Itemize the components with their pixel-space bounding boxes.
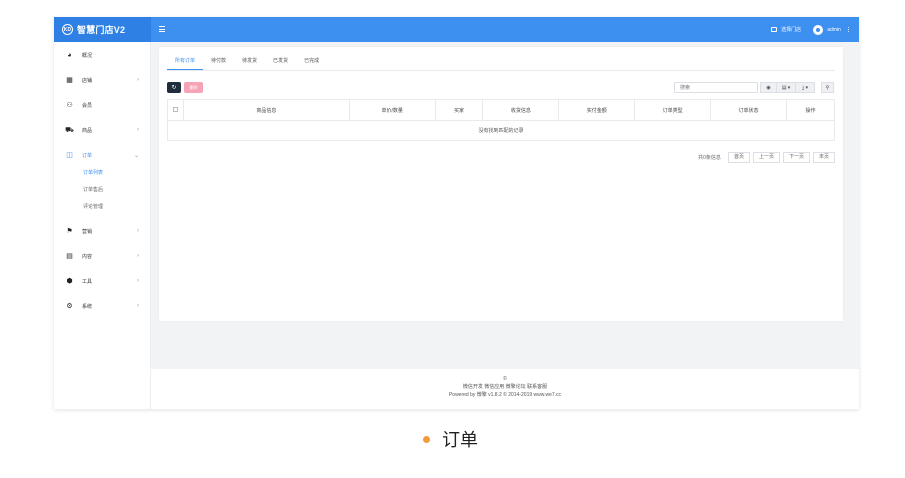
tab-completed[interactable]: 已完成 <box>296 56 327 70</box>
next-page-button[interactable]: 下一页 <box>782 152 810 163</box>
sidebar-item-label: 营销 <box>82 228 93 235</box>
sidebar-item-overview[interactable]: ◕ 概况 <box>54 48 151 62</box>
file-icon: ▤ <box>66 252 73 260</box>
flag-icon: ⚑ <box>66 227 73 235</box>
column-header[interactable]: 商品信息 <box>182 99 350 121</box>
sidebar-item-label: 商品 <box>82 127 93 134</box>
sidebar-item-label: 会员 <box>82 102 93 109</box>
brand[interactable]: KD 智慧门店V2 <box>54 17 151 42</box>
caption-text: 订单 <box>442 430 478 450</box>
column-header[interactable]: 操作 <box>785 99 836 121</box>
columns-icon[interactable]: ▤ ▾ <box>776 82 796 93</box>
more-vertical-icon[interactable] <box>847 26 849 33</box>
dashboard-icon: ◕ <box>67 51 72 59</box>
sidebar-subitem-order-list[interactable]: 订单列表 <box>83 169 103 176</box>
footer-powered-by: Powered by 微擎 v1.8.2 © 2014-2019 www.we7… <box>448 392 562 398</box>
order-list-card: 所有订单 待付款 待发货 已发货 已完成 ↻ 删除 ◉ ▤ ▾ ⤓ ▾ ⚲ 商品… <box>159 47 843 321</box>
sidebar-item-label: 订单 <box>82 152 93 159</box>
tab-all-orders[interactable]: 所有订单 <box>167 56 204 70</box>
sidebar-item-content[interactable]: ▤ 内容 › <box>54 249 151 263</box>
sidebar-item-label: 工具 <box>82 278 93 285</box>
orders-table: 商品信息 单价/数量 买家 收货信息 实付金额 订单类型 订单状态 操作 没有找… <box>167 99 836 141</box>
last-page-button[interactable]: 末页 <box>812 152 835 163</box>
cart-icon: ⛟ <box>65 126 74 134</box>
search-icon[interactable]: ⚲ <box>821 82 834 93</box>
store-icon <box>771 27 778 32</box>
select-store-link[interactable]: 选择门店 <box>781 26 801 33</box>
select-all-checkbox-cell <box>167 99 184 121</box>
total-count: 共0条信息 <box>698 155 721 161</box>
tab-shipped[interactable]: 已发货 <box>265 56 296 70</box>
refresh-button[interactable]: ↻ <box>167 82 181 93</box>
chevron-right-icon: › <box>137 228 139 234</box>
user-name[interactable]: admin <box>827 27 841 33</box>
sidebar-item-store[interactable]: ▦ 店铺 › <box>54 73 151 87</box>
caption: 订单 <box>423 426 478 452</box>
order-icon: ◫ <box>66 151 73 159</box>
sidebar-item-label: 店铺 <box>82 77 93 84</box>
sidebar: ◕ 概况 ▦ 店铺 › ⚇ 会员 ⛟ 商品 › ◫ 订单 ⌄ 订单列表 订单售后… <box>54 42 151 409</box>
export-icon[interactable]: ⤓ ▾ <box>795 82 815 93</box>
sidebar-item-system[interactable]: ⚙ 系统 › <box>54 299 151 313</box>
footer-links[interactable]: 微信开发 微信应用 微擎论坛 联系客服 <box>151 383 859 391</box>
delete-button[interactable]: 删除 <box>184 82 203 93</box>
sidebar-item-tools[interactable]: ⬢ 工具 › <box>54 274 151 288</box>
pagination: 共0条信息 首页 上一页 下一页 末页 <box>698 152 835 163</box>
app-title: 智慧门店V2 <box>77 25 126 35</box>
sidebar-item-marketing[interactable]: ⚑ 营销 › <box>54 224 151 238</box>
table-tools: ◉ ▤ ▾ ⤓ ▾ <box>760 82 815 93</box>
column-header[interactable]: 收货信息 <box>482 99 560 121</box>
app-window: KD 智慧门店V2 选择门店 admin ◕ 概况 ▦ 店铺 › ⚇ 会员 ⛟ … <box>54 17 859 409</box>
chevron-right-icon: › <box>137 127 139 133</box>
footer-copyright-mark: © <box>503 376 507 382</box>
sidebar-item-label: 概况 <box>82 52 93 59</box>
sidebar-subitem-reviews[interactable]: 评论管理 <box>83 203 103 210</box>
gear-icon: ⚙ <box>66 302 73 310</box>
tab-pending-payment[interactable]: 待付款 <box>203 56 234 70</box>
sidebar-item-products[interactable]: ⛟ 商品 › <box>54 123 151 137</box>
sidebar-item-label: 内容 <box>82 253 93 260</box>
select-all-checkbox[interactable] <box>172 106 178 112</box>
column-header[interactable]: 买家 <box>434 99 484 121</box>
empty-message: 没有找到匹配的记录 <box>167 120 835 141</box>
chevron-right-icon: › <box>137 253 139 259</box>
prev-page-button[interactable]: 上一页 <box>752 152 780 163</box>
sidebar-subitem-after-sales[interactable]: 订单售后 <box>83 186 103 193</box>
grid-icon: ▦ <box>66 76 73 84</box>
sidebar-item-orders[interactable]: ◫ 订单 ⌄ <box>54 148 151 162</box>
eye-icon[interactable]: ◉ <box>760 82 777 93</box>
column-header[interactable]: 订单状态 <box>710 99 787 121</box>
column-header[interactable]: 订单类型 <box>634 99 712 121</box>
sidebar-item-label: 系统 <box>82 303 93 310</box>
search-input[interactable] <box>674 82 758 93</box>
first-page-button[interactable]: 首页 <box>727 152 750 163</box>
users-icon: ⚇ <box>66 101 73 109</box>
table-header-row: 商品信息 单价/数量 买家 收货信息 实付金额 订单类型 订单状态 操作 <box>167 99 836 121</box>
chevron-right-icon: › <box>137 303 139 309</box>
column-header[interactable]: 单价/数量 <box>348 99 436 121</box>
bullet-dot-icon <box>423 435 430 443</box>
chevron-down-icon: ⌄ <box>133 152 139 159</box>
chevron-right-icon: › <box>137 278 139 284</box>
top-bar: KD 智慧门店V2 选择门店 admin <box>54 17 859 42</box>
sidebar-item-members[interactable]: ⚇ 会员 <box>54 98 151 112</box>
avatar[interactable] <box>813 24 824 35</box>
order-status-tabs: 所有订单 待付款 待发货 已发货 已完成 <box>167 56 327 70</box>
tab-pending-shipment[interactable]: 待发货 <box>234 56 265 70</box>
chevron-right-icon: › <box>137 77 139 83</box>
footer: © 微信开发 微信应用 微擎论坛 联系客服 Powered by 微擎 v1.8… <box>151 369 859 409</box>
column-header[interactable]: 实付金额 <box>558 99 636 121</box>
table-row: 没有找到匹配的记录 <box>167 120 835 141</box>
tabs-divider <box>167 70 835 71</box>
menu-toggle-icon[interactable] <box>159 26 165 32</box>
top-right-actions: 选择门店 admin <box>771 17 849 42</box>
box-icon: ⬢ <box>66 277 73 285</box>
logo-icon: KD <box>62 24 73 35</box>
